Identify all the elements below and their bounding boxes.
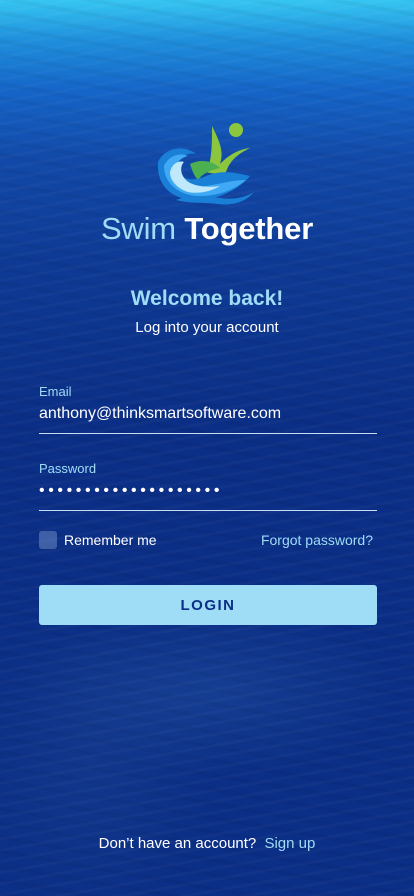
remember-me-row[interactable]: Remember me	[39, 531, 157, 549]
login-subtitle: Log into your account	[135, 319, 279, 336]
email-input[interactable]	[39, 405, 377, 434]
login-screen: Swim Together Welcome back! Log into you…	[0, 0, 414, 896]
email-field-group: Email	[39, 384, 377, 434]
password-input[interactable]: ••••••••••••••••••••	[39, 482, 377, 511]
signup-link[interactable]: Sign up	[264, 835, 315, 852]
brand-name-part1: Swim	[100, 211, 176, 246]
swimmer-wave-icon	[157, 123, 254, 205]
brand-name-part2: Together	[184, 211, 314, 246]
welcome-heading: Welcome back!	[130, 287, 284, 310]
email-label: Email	[39, 384, 72, 399]
password-field-group: Password ••••••••••••••••••••	[39, 461, 377, 511]
brand-name: Swim Together	[0, 211, 414, 247]
remember-me-label: Remember me	[64, 532, 157, 548]
login-button[interactable]: LOGIN	[39, 585, 377, 625]
signup-prompt: Don’t have an account?	[98, 835, 257, 852]
signup-footer: Don’t have an account? Sign up	[0, 835, 414, 852]
forgot-password-link[interactable]: Forgot password?	[261, 532, 373, 548]
remember-me-checkbox[interactable]	[39, 531, 57, 549]
password-label: Password	[39, 461, 97, 476]
